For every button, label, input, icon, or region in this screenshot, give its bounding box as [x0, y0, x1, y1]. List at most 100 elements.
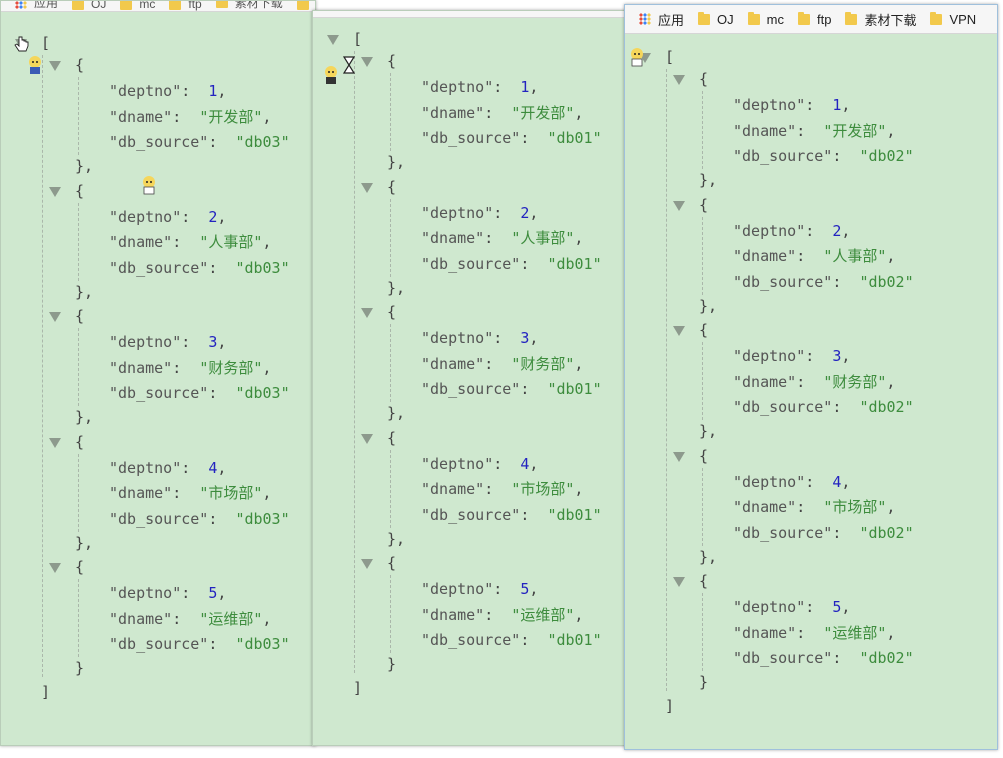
object-open-brace: { [75, 307, 85, 325]
object-collapse-toggle[interactable] [673, 75, 685, 85]
json-key: "db_source" [109, 384, 209, 402]
bookmark-assets[interactable]: 素材下载 [845, 10, 916, 29]
object-collapse-toggle[interactable] [361, 433, 373, 444]
root-collapse-toggle[interactable] [327, 35, 339, 45]
quote: " [592, 254, 602, 273]
quote: " [904, 398, 914, 416]
colon: : [172, 233, 200, 251]
object-open-brace: { [699, 321, 709, 339]
colon: : [796, 121, 824, 140]
object-collapse-toggle[interactable] [673, 577, 685, 587]
quote: " [511, 480, 521, 498]
colon: : [172, 358, 200, 377]
json-key: "db_source" [109, 509, 209, 528]
bookmark-apps[interactable]: 应用 [15, 1, 58, 11]
array-open-bracket: [ [41, 34, 51, 52]
object-collapse-toggle[interactable] [49, 61, 61, 71]
colon: : [181, 82, 209, 100]
object-close-brace: }, [387, 404, 406, 422]
db-source-value: db02 [868, 523, 905, 542]
json-key: "dname" [733, 623, 797, 642]
object-open-brace: { [699, 70, 709, 88]
object-close-brace: }, [699, 171, 718, 189]
dname-value: 人事部 [208, 233, 254, 251]
bookmark-mc[interactable]: mc [120, 1, 155, 11]
quote: " [280, 133, 290, 151]
object-open-brace: { [75, 432, 85, 451]
json-property-db-source: "db_source": "db03" [109, 383, 290, 403]
object-collapse-toggle[interactable] [673, 200, 685, 211]
quote: " [511, 354, 521, 373]
db-source-value: db01 [556, 631, 593, 649]
hand-cursor-icon [14, 36, 29, 52]
json-viewer-window-db02: 应用 OJ mc ftp 素材下载 VPN [{"deptno": 1, "dna… [624, 4, 998, 750]
object-open-brace: { [699, 195, 709, 214]
bookmark-ftp[interactable]: ftp [797, 11, 831, 27]
bookmark-oj[interactable]: OJ [698, 11, 734, 27]
colon: : [181, 458, 209, 477]
json-key: "dname" [421, 354, 485, 373]
object-collapse-toggle[interactable] [361, 559, 373, 569]
apps-icon [639, 13, 651, 25]
json-key: "dname" [733, 372, 797, 391]
json-property-db-source: "db_source": "db03" [109, 258, 290, 278]
colon: : [832, 398, 860, 416]
bookmark-apps[interactable]: 应用 [639, 10, 684, 29]
object-close-brace: }, [699, 296, 718, 315]
dname-value: 开发部 [832, 121, 878, 140]
json-property-deptno: "deptno": 4, [421, 454, 538, 474]
object-collapse-toggle[interactable] [49, 563, 61, 573]
comma: , [262, 484, 272, 502]
comma: , [841, 96, 851, 114]
object-open-brace: { [387, 554, 397, 572]
json-property-dname: "dname": "人事部", [733, 246, 895, 266]
bookmark-vpn[interactable]: VPN [930, 11, 976, 27]
object-collapse-toggle[interactable] [361, 57, 373, 67]
db-source-value: db03 [244, 258, 281, 277]
json-key: "deptno" [109, 207, 182, 226]
object-close-brace: }, [75, 282, 94, 301]
comma: , [529, 203, 539, 222]
json-property-dname: "dname": "人事部", [109, 232, 271, 252]
bookmarks-bar: 应用 OJ mc ftp 素材下载 VP [1, 1, 315, 12]
comma: , [841, 347, 851, 365]
json-property-deptno: "deptno": 1, [733, 95, 850, 115]
object-collapse-toggle[interactable] [49, 437, 61, 448]
folder-icon [215, 1, 228, 8]
json-key: "deptno" [109, 584, 182, 602]
comma: , [574, 354, 584, 373]
json-property-dname: "dname": "财务部", [421, 354, 583, 374]
comma: , [841, 472, 851, 491]
object-collapse-toggle[interactable] [49, 186, 61, 197]
object-collapse-toggle[interactable] [361, 182, 373, 193]
json-key: "dname" [421, 103, 485, 122]
object-collapse-toggle[interactable] [673, 451, 685, 462]
colon: : [832, 523, 860, 542]
bookmark-oj[interactable]: OJ [72, 1, 106, 11]
array-close-bracket: ] [41, 682, 51, 701]
object-open-brace: { [75, 56, 85, 74]
object-collapse-toggle[interactable] [673, 326, 685, 336]
comma: , [841, 598, 851, 616]
comma: , [886, 247, 896, 265]
bookmark-mc[interactable]: mc [747, 11, 784, 27]
folder-icon [930, 11, 943, 25]
comma: , [529, 580, 539, 598]
quote: " [592, 380, 602, 398]
colon: : [796, 247, 824, 265]
json-key: "db_source" [733, 649, 833, 667]
object-collapse-toggle[interactable] [361, 308, 373, 318]
object-collapse-toggle[interactable] [49, 312, 61, 322]
colon: : [805, 221, 833, 240]
colon: : [484, 103, 512, 122]
quote: " [592, 631, 602, 649]
dname-value: 人事部 [832, 247, 878, 265]
bookmark-ftp[interactable]: ftp [169, 1, 202, 11]
comma: , [217, 333, 227, 351]
json-property-deptno: "deptno": 1, [421, 77, 538, 97]
bookmark-assets[interactable]: 素材下载 [215, 1, 283, 11]
quote: " [823, 247, 833, 265]
colon: : [832, 147, 860, 165]
comma: , [529, 454, 539, 473]
json-property-db-source: "db_source": "db02" [733, 648, 914, 668]
